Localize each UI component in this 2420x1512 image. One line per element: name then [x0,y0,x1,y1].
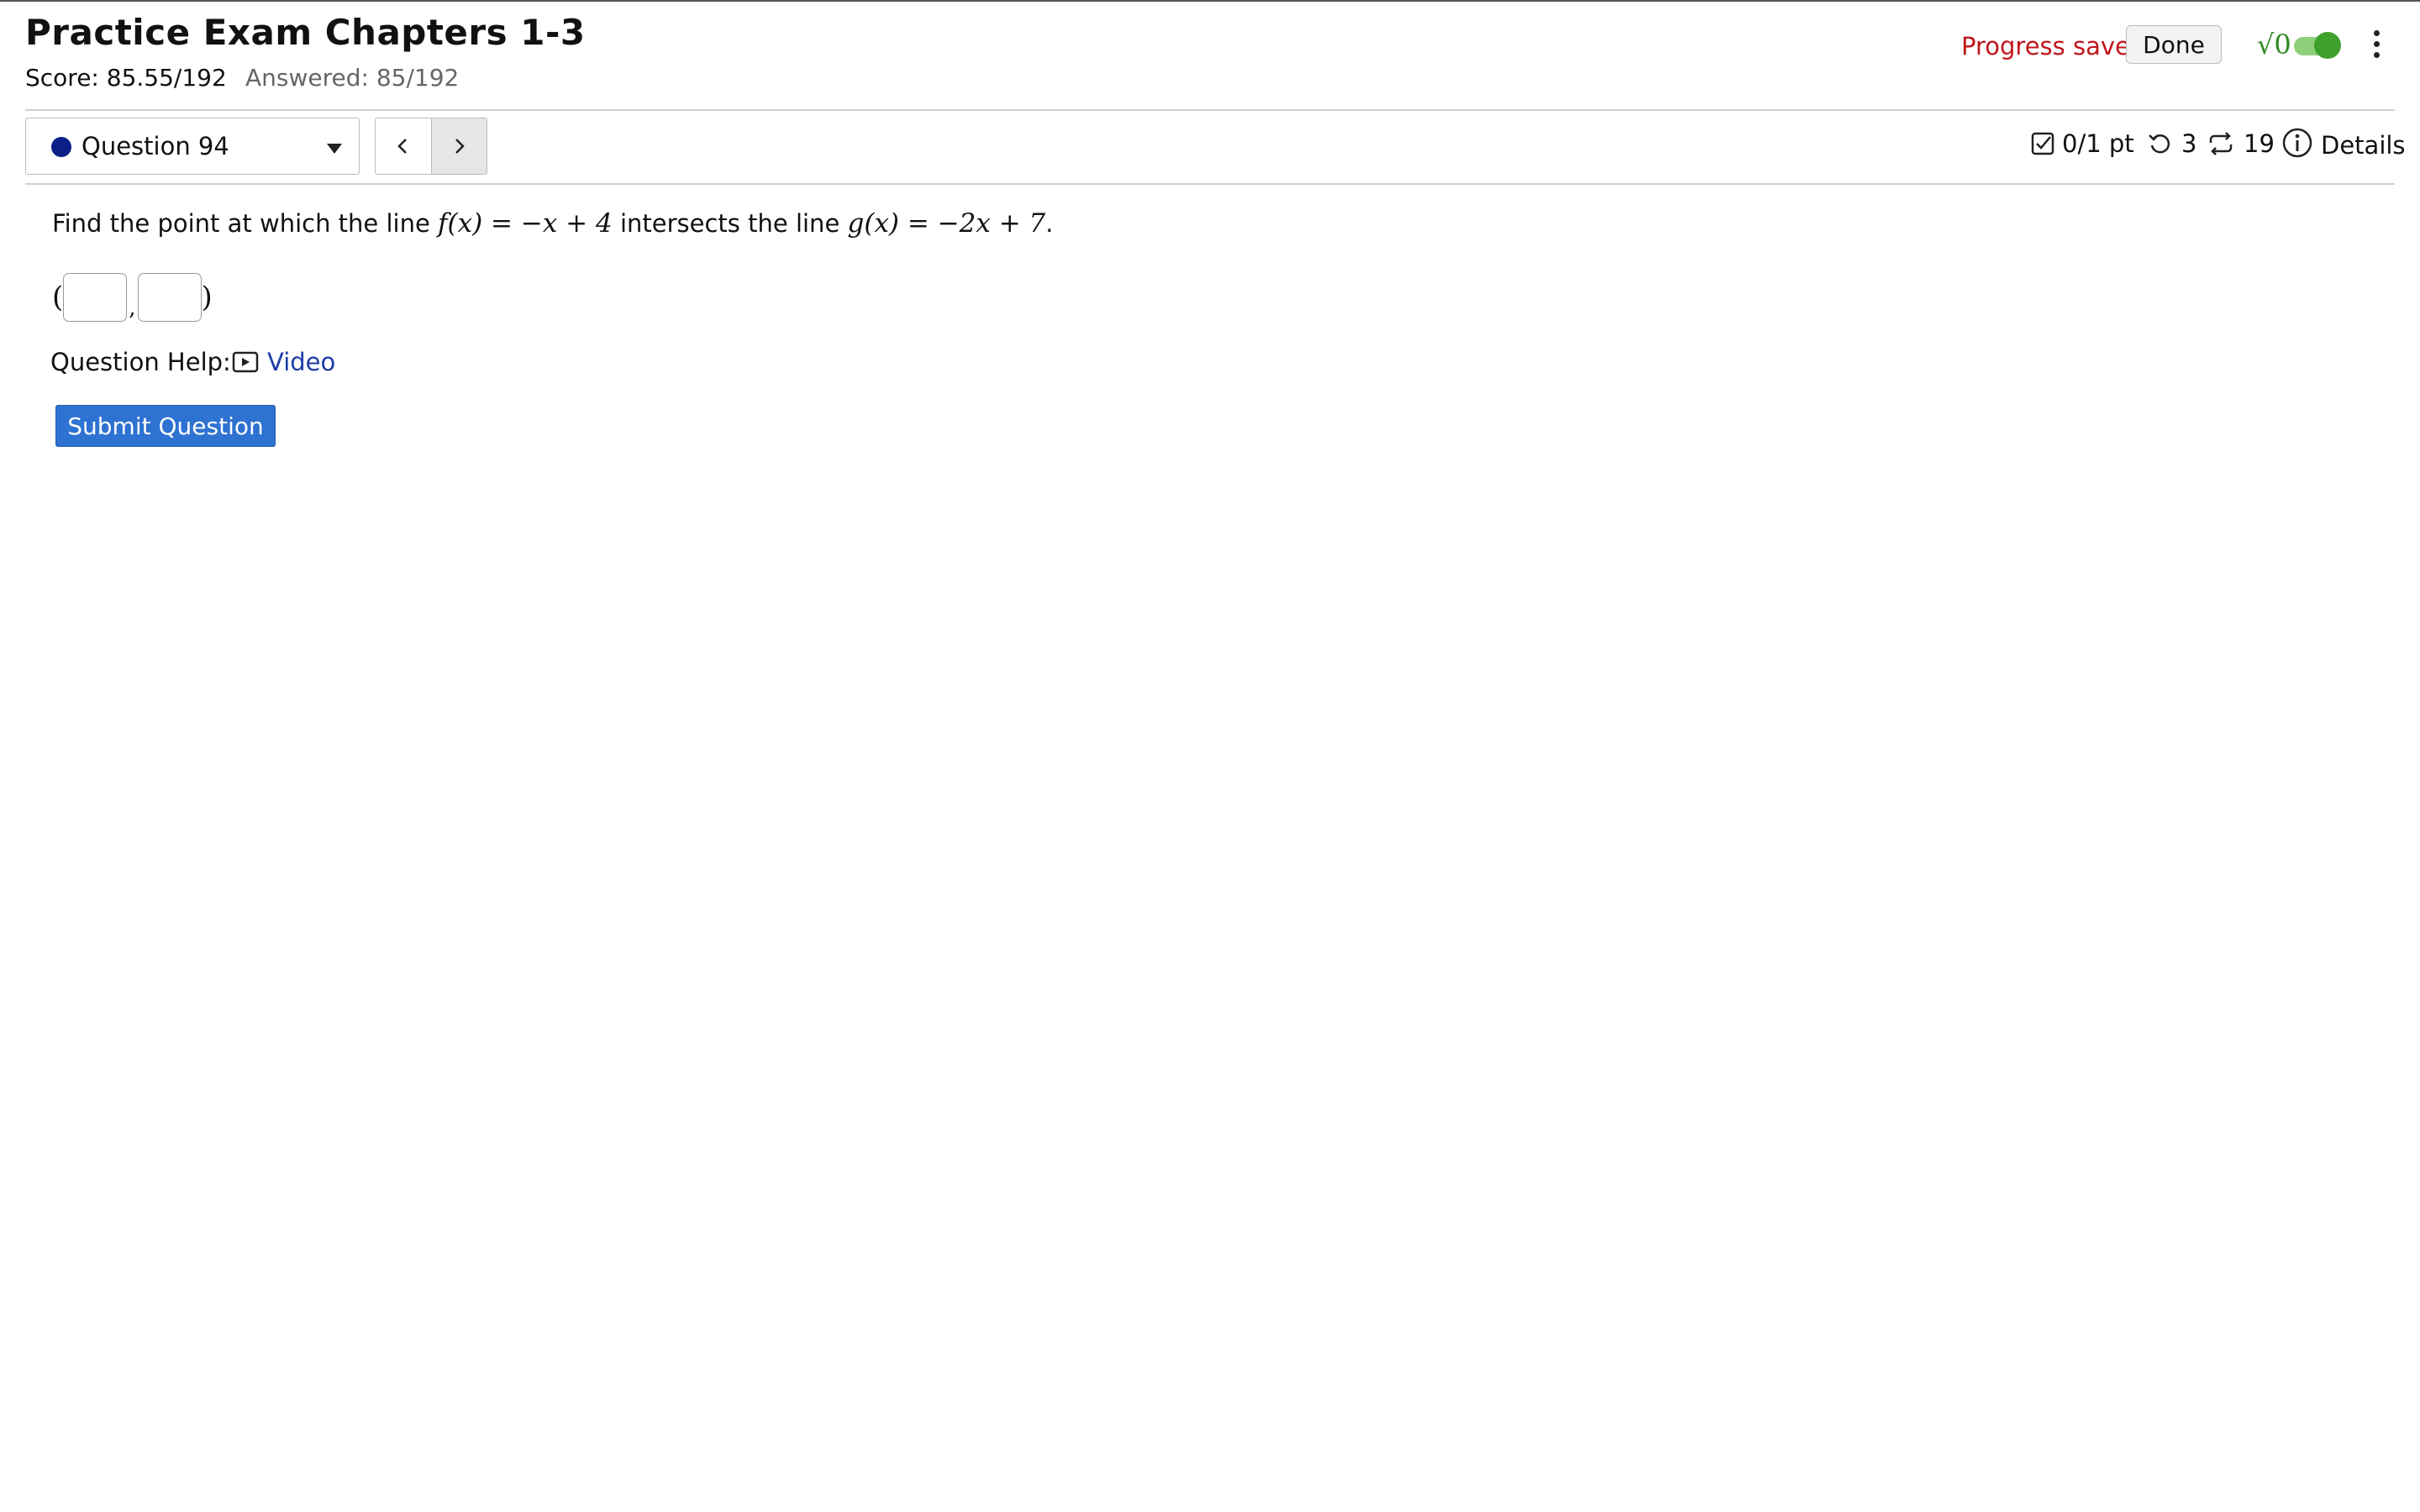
score-text: Score: 85.55/192 [25,64,227,92]
versions-indicator: 19 [2207,129,2275,158]
answer-y-input[interactable] [137,273,202,322]
next-question-button[interactable] [430,118,487,174]
previous-question-button[interactable] [376,118,431,174]
toggle-knob [2314,32,2341,59]
done-button[interactable]: Done [2126,25,2222,64]
g-expression: g(x) = −2x + 7 [847,208,1046,239]
retry-icon [2149,134,2170,154]
square-root-icon: √0 [2257,29,2291,60]
question-text-end: . [1045,209,1054,238]
caret-down-icon [327,144,342,154]
answered-text: Answered: 85/192 [245,64,460,92]
attempts-indicator: 3 [2146,129,2196,158]
question-status-dot-icon [51,137,71,157]
more-options-icon[interactable] [2370,30,2383,64]
checkbox-icon [2031,132,2054,155]
question-select-dropdown[interactable]: Question 94 [25,118,360,175]
math-entry-toggle[interactable] [2294,32,2341,59]
video-link-text: Video [267,348,336,376]
versions-text: 19 [2244,129,2275,158]
submit-question-button[interactable]: Submit Question [55,405,276,447]
info-icon [2282,128,2312,158]
question-text-middle: intersects the line [619,209,840,238]
points-indicator: 0/1 pt [2030,129,2134,158]
progress-status: Progress saved [1961,32,2146,60]
f-expression: f(x) = −x + 4 [438,208,613,239]
chevron-left-icon [397,139,407,154]
open-paren: ( [52,281,64,314]
video-icon [232,351,259,373]
answer-x-input[interactable] [63,273,128,322]
toolbar-divider [25,183,2395,185]
details-label: Details [2321,131,2406,160]
details-button[interactable]: Details [2281,126,2406,160]
close-paren: ) [201,281,213,314]
chevron-right-icon [455,139,466,154]
answer-point: ( , ) [52,270,213,324]
video-help-link[interactable]: Video [232,348,335,376]
page-title: Practice Exam Chapters 1-3 [25,12,586,53]
question-select-label: Question 94 [82,132,229,160]
attempts-text: 3 [2181,129,2197,158]
question-nav [375,118,487,175]
points-text: 0/1 pt [2062,129,2134,158]
repeat-icon [2209,132,2233,155]
question-text-before: Find the point at which the line [52,209,430,238]
question-help-label: Question Help: [50,348,231,376]
comma-separator: , [129,296,136,321]
header-divider [25,109,2395,111]
top-border [0,0,2420,2]
question-text: Find the point at which the line f(x) = … [52,208,1054,239]
